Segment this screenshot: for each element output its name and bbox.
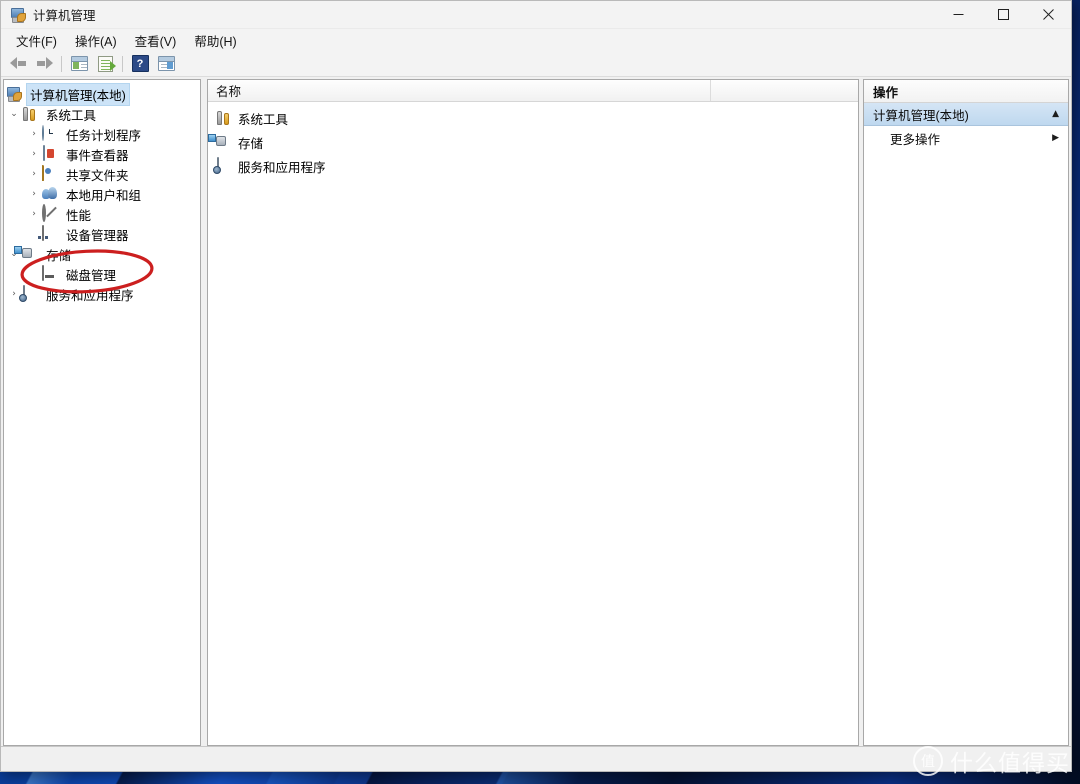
actions-pane[interactable]: 操作 计算机管理(本地) ▲ 更多操作 ▶ <box>863 79 1069 746</box>
device-manager-icon <box>38 225 58 242</box>
shared-folders-icon <box>42 165 58 182</box>
actions-pane-title: 操作 <box>864 80 1068 103</box>
tree-item-device-manager[interactable]: 设备管理器 <box>4 224 200 244</box>
tree-pane-icon <box>70 56 88 71</box>
forward-button[interactable] <box>31 53 57 75</box>
tree-item-label: 事件查看器 <box>66 148 129 163</box>
menu-action[interactable]: 操作(A) <box>66 29 126 52</box>
chevron-right-icon[interactable]: ▶ <box>1052 133 1059 143</box>
action-pane-icon <box>157 56 175 71</box>
window-controls <box>936 1 1071 28</box>
tree-item-storage[interactable]: ⌄ 存储 <box>4 244 200 264</box>
title-bar[interactable]: 计算机管理 <box>1 1 1071 29</box>
storage-icon <box>14 246 38 262</box>
tree-item-task-scheduler[interactable]: › 任务计划程序 <box>4 124 200 144</box>
computer-management-window: 计算机管理 文件(F) 操作(A) 查看(V) 帮助(H) ? 计算机管理(本地… <box>0 0 1072 772</box>
tree-item-services-and-applications[interactable]: › 服务和应用程序 <box>4 284 200 304</box>
performance-icon <box>42 204 58 222</box>
tree-item-performance[interactable]: › 性能 <box>4 204 200 224</box>
storage-icon <box>208 134 232 150</box>
result-list-pane[interactable]: 名称 系统工具 存储 服务和应用程序 <box>207 79 859 746</box>
tree-item-label: 系统工具 <box>46 108 97 123</box>
tree-item-label: 本地用户和组 <box>66 188 142 203</box>
tree-item-label: 性能 <box>66 208 92 223</box>
list-item-label: 存储 <box>238 136 264 151</box>
tree-item-label: 磁盘管理 <box>66 268 117 283</box>
export-list-icon <box>97 55 116 72</box>
help-button[interactable]: ? <box>127 53 153 75</box>
toolbar-separator-2 <box>122 55 123 72</box>
chevron-right-icon[interactable]: › <box>26 129 42 139</box>
menu-bar: 文件(F) 操作(A) 查看(V) 帮助(H) <box>1 29 1071 51</box>
menu-help[interactable]: 帮助(H) <box>185 29 245 52</box>
tree-item-label: 设备管理器 <box>66 228 129 243</box>
chevron-right-icon[interactable]: › <box>26 189 42 199</box>
toolbar-separator-1 <box>61 55 62 72</box>
column-header-spacer <box>711 80 719 101</box>
toolbar: ? <box>1 51 1071 77</box>
event-viewer-icon <box>42 145 58 162</box>
computer-management-icon <box>10 7 26 23</box>
tree-item-label: 服务和应用程序 <box>46 288 134 303</box>
tree-item-local-users-and-groups[interactable]: › 本地用户和组 <box>4 184 200 204</box>
list-item-label: 服务和应用程序 <box>238 160 326 175</box>
list-item[interactable]: 系统工具 <box>208 106 858 130</box>
computer-management-icon <box>6 86 22 102</box>
task-scheduler-clock-icon <box>42 125 58 142</box>
local-users-groups-icon <box>42 186 58 202</box>
tree-item-computer-management-root[interactable]: 计算机管理(本地) <box>4 82 200 106</box>
menu-view[interactable]: 查看(V) <box>126 29 186 52</box>
action-item-label: 更多操作 <box>890 132 941 147</box>
tree-item-system-tools[interactable]: ⌄ 系统工具 <box>4 104 200 124</box>
chevron-right-icon[interactable]: › <box>26 169 42 179</box>
column-header-name[interactable]: 名称 <box>208 80 711 101</box>
actions-section-computer-management[interactable]: 计算机管理(本地) ▲ <box>864 103 1068 126</box>
list-column-header: 名称 <box>208 80 858 102</box>
list-item[interactable]: 服务和应用程序 <box>208 154 858 178</box>
console-tree-pane[interactable]: 计算机管理(本地) ⌄ 系统工具 › 任务计划程序 › 事件查看器 › 共享文件… <box>3 79 201 746</box>
list-item-label: 系统工具 <box>238 112 289 127</box>
tree-item-label: 存储 <box>46 248 72 263</box>
window-title: 计算机管理 <box>33 9 96 23</box>
tree-item-disk-management[interactable]: 磁盘管理 <box>4 264 200 284</box>
disk-management-icon <box>42 265 58 282</box>
list-body: 系统工具 存储 服务和应用程序 <box>208 102 858 745</box>
chevron-down-icon[interactable]: ⌄ <box>6 109 22 119</box>
system-tools-icon <box>216 110 232 126</box>
show-hide-action-pane-button[interactable] <box>153 53 179 75</box>
list-item[interactable]: 存储 <box>208 130 858 154</box>
show-hide-console-tree-button[interactable] <box>66 53 92 75</box>
tree-item-shared-folders[interactable]: › 共享文件夹 <box>4 164 200 184</box>
question-mark-icon: ? <box>131 55 149 72</box>
minimize-button[interactable] <box>936 1 981 28</box>
status-bar <box>1 746 1071 771</box>
chevron-right-icon[interactable]: › <box>26 209 42 219</box>
window-body: 计算机管理(本地) ⌄ 系统工具 › 任务计划程序 › 事件查看器 › 共享文件… <box>1 77 1071 746</box>
services-applications-icon <box>19 285 38 302</box>
system-tools-icon <box>22 106 38 122</box>
tree-item-label: 计算机管理(本地) <box>26 82 130 106</box>
close-button[interactable] <box>1026 1 1071 28</box>
arrow-left-icon <box>9 57 27 70</box>
chevron-up-icon[interactable]: ▲ <box>1052 109 1059 119</box>
arrow-right-icon <box>36 57 53 70</box>
chevron-right-icon[interactable]: › <box>26 149 42 159</box>
tree-item-label: 共享文件夹 <box>66 168 129 183</box>
tree-item-event-viewer[interactable]: › 事件查看器 <box>4 144 200 164</box>
back-button[interactable] <box>5 53 31 75</box>
menu-file[interactable]: 文件(F) <box>7 29 66 52</box>
actions-section-label: 计算机管理(本地) <box>873 108 969 123</box>
action-more-actions[interactable]: 更多操作 ▶ <box>864 126 1068 150</box>
tree-item-label: 任务计划程序 <box>66 128 142 143</box>
maximize-button[interactable] <box>981 1 1026 28</box>
services-applications-icon <box>213 157 232 174</box>
export-list-button[interactable] <box>92 53 118 75</box>
